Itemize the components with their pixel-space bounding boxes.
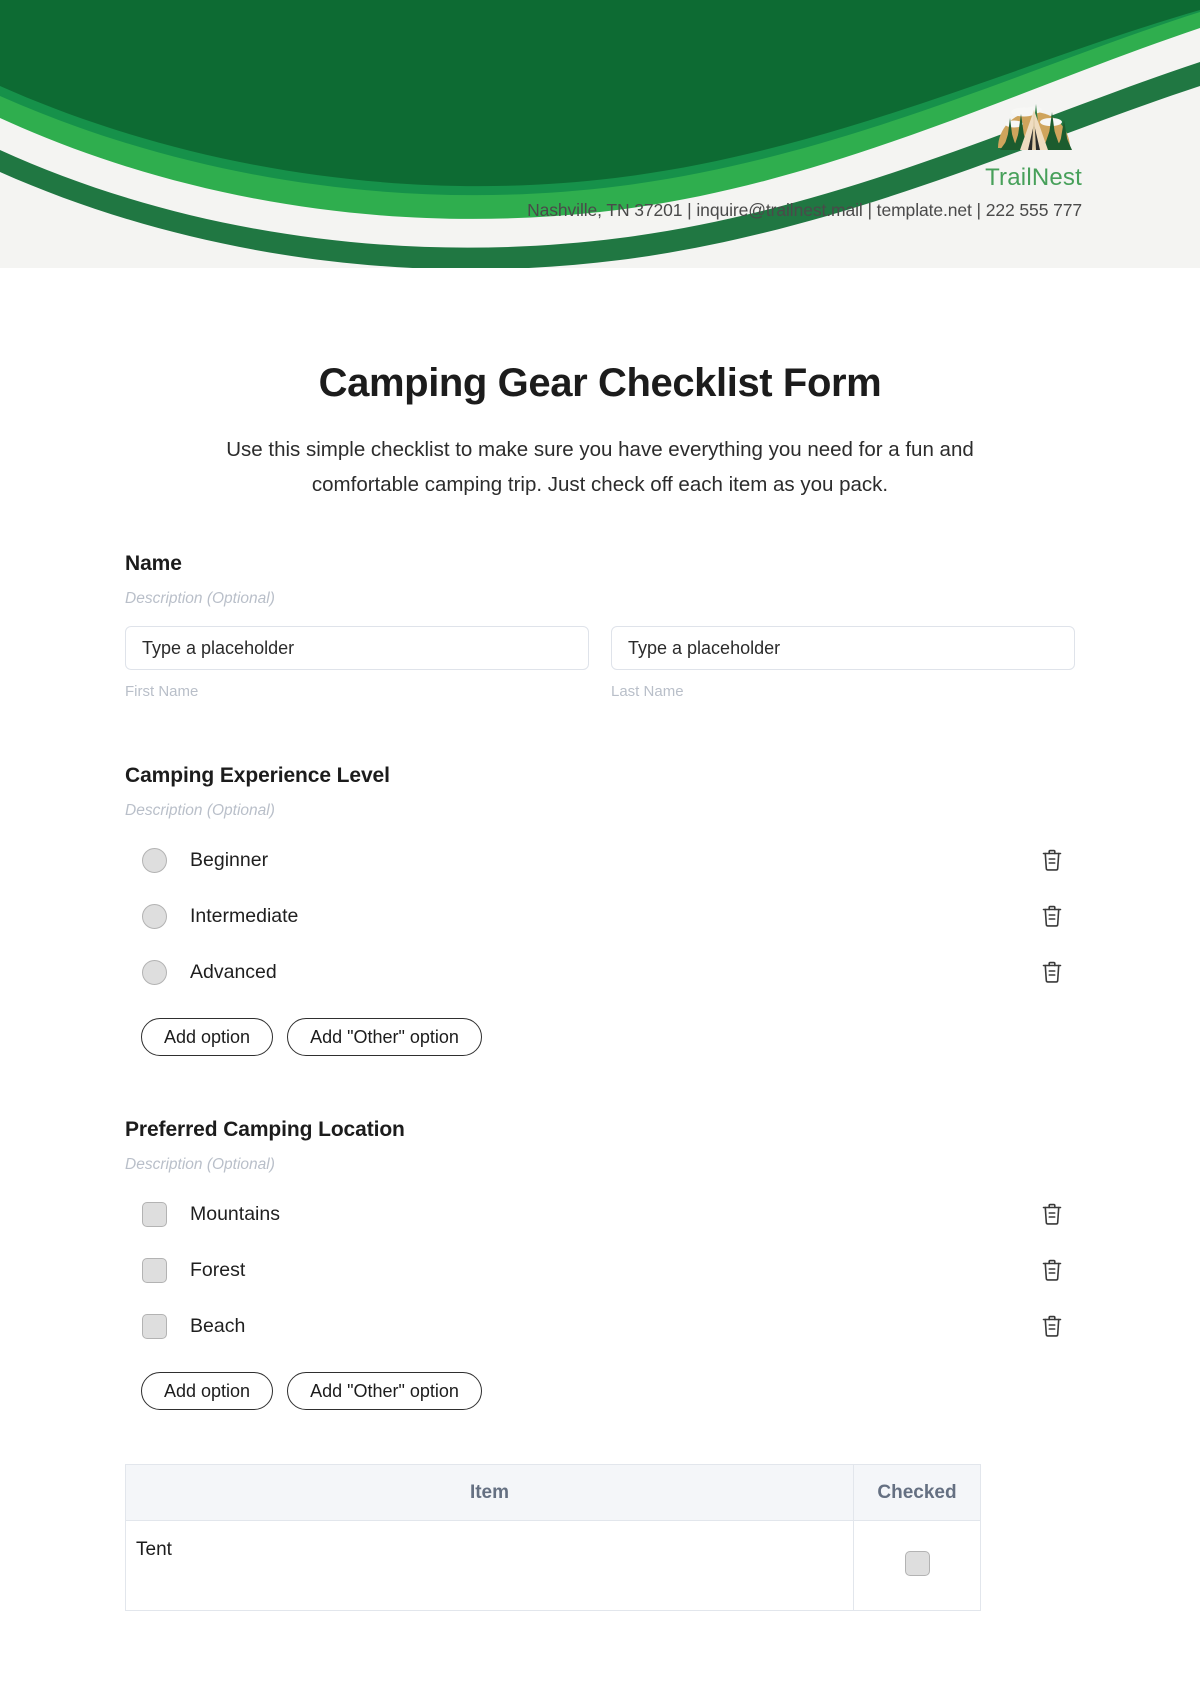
- column-header-item: Item: [125, 1464, 854, 1521]
- column-header-checked: Checked: [853, 1464, 981, 1521]
- form-description: Use this simple checklist to make sure y…: [226, 438, 974, 496]
- radio-button-icon[interactable]: [142, 847, 167, 873]
- trash-icon[interactable]: [1037, 1199, 1067, 1229]
- cell-item-name: Tent: [125, 1520, 854, 1611]
- option-row[interactable]: Intermediate: [125, 888, 1075, 944]
- field-name-label: Name: [125, 552, 182, 575]
- table-header-row: Item Checked: [125, 1464, 981, 1521]
- option-label: Beginner: [190, 848, 269, 871]
- radio-button-icon[interactable]: [142, 903, 167, 929]
- gear-checklist-table: Item Checked Tent: [125, 1464, 981, 1611]
- brand-contact-line: Nashville, TN 37201 | inquire@trailnest.…: [527, 200, 1082, 220]
- add-other-option-button[interactable]: Add "Other" option: [287, 1372, 482, 1410]
- field-location-label: Preferred Camping Location: [125, 1118, 405, 1141]
- field-experience-label: Camping Experience Level: [125, 764, 390, 787]
- option-row[interactable]: Beginner: [125, 832, 1075, 888]
- trash-icon[interactable]: [1037, 1255, 1067, 1285]
- form-content: Camping Gear Checklist Form Use this sim…: [0, 361, 1200, 1611]
- experience-options-list: Beginner Intermediate Advanced: [125, 832, 1075, 1000]
- trash-icon[interactable]: [1037, 1311, 1067, 1341]
- location-options-list: Mountains Forest Beach: [125, 1186, 1075, 1354]
- page-root: TrailNest Nashville, TN 37201 | inquire@…: [0, 0, 1200, 1700]
- add-option-button[interactable]: Add option: [141, 1372, 274, 1410]
- location-add-buttons: Add option Add "Other" option: [125, 1372, 1075, 1410]
- option-label: Mountains: [190, 1202, 280, 1225]
- page-title: Camping Gear Checklist Form: [318, 361, 882, 405]
- experience-add-buttons: Add option Add "Other" option: [125, 1018, 1075, 1056]
- option-row[interactable]: Forest: [125, 1242, 1075, 1298]
- option-row[interactable]: Advanced: [125, 944, 1075, 1000]
- brand-block: TrailNest Nashville, TN 37201 | inquire@…: [0, 88, 1200, 221]
- option-row[interactable]: Beach: [125, 1298, 1075, 1354]
- field-location-description: Description (Optional): [125, 1156, 275, 1173]
- page-header: TrailNest Nashville, TN 37201 | inquire@…: [0, 0, 1200, 268]
- field-camping-experience: Camping Experience Level Description (Op…: [125, 764, 1075, 1056]
- checkbox-icon[interactable]: [904, 1551, 930, 1576]
- cell-checked[interactable]: [853, 1520, 981, 1611]
- table-body: Tent: [125, 1520, 981, 1611]
- name-inputs-row: First Name Last Name: [125, 626, 1075, 700]
- trash-icon[interactable]: [1037, 901, 1067, 931]
- add-other-option-button[interactable]: Add "Other" option: [287, 1018, 482, 1056]
- checkbox-icon[interactable]: [142, 1257, 167, 1283]
- first-name-input[interactable]: [125, 626, 589, 670]
- last-name-sublabel: Last Name: [611, 683, 684, 700]
- checkbox-icon[interactable]: [142, 1313, 167, 1339]
- table-header: Item Checked: [125, 1464, 981, 1521]
- field-name-description: Description (Optional): [125, 590, 275, 607]
- option-label: Advanced: [190, 960, 277, 983]
- trash-icon[interactable]: [1037, 957, 1067, 987]
- option-label: Beach: [190, 1314, 246, 1337]
- add-option-button[interactable]: Add option: [141, 1018, 274, 1056]
- option-row[interactable]: Mountains: [125, 1186, 1075, 1242]
- table-row: Tent: [125, 1520, 981, 1611]
- last-name-input[interactable]: [611, 626, 1075, 670]
- camping-tent-forest-logo-icon: [998, 104, 1072, 150]
- trash-icon[interactable]: [1037, 845, 1067, 875]
- field-experience-description: Description (Optional): [125, 802, 275, 819]
- last-name-col: Last Name: [611, 626, 1075, 700]
- checkbox-icon[interactable]: [142, 1201, 167, 1227]
- field-preferred-location: Preferred Camping Location Description (…: [125, 1118, 1075, 1410]
- brand-name: TrailNest: [985, 164, 1082, 191]
- first-name-col: First Name: [125, 626, 589, 700]
- option-label: Intermediate: [190, 904, 299, 927]
- field-name: Name Description (Optional) First Name L…: [125, 552, 1075, 700]
- first-name-sublabel: First Name: [125, 683, 199, 700]
- radio-button-icon[interactable]: [142, 959, 167, 985]
- option-label: Forest: [190, 1258, 246, 1281]
